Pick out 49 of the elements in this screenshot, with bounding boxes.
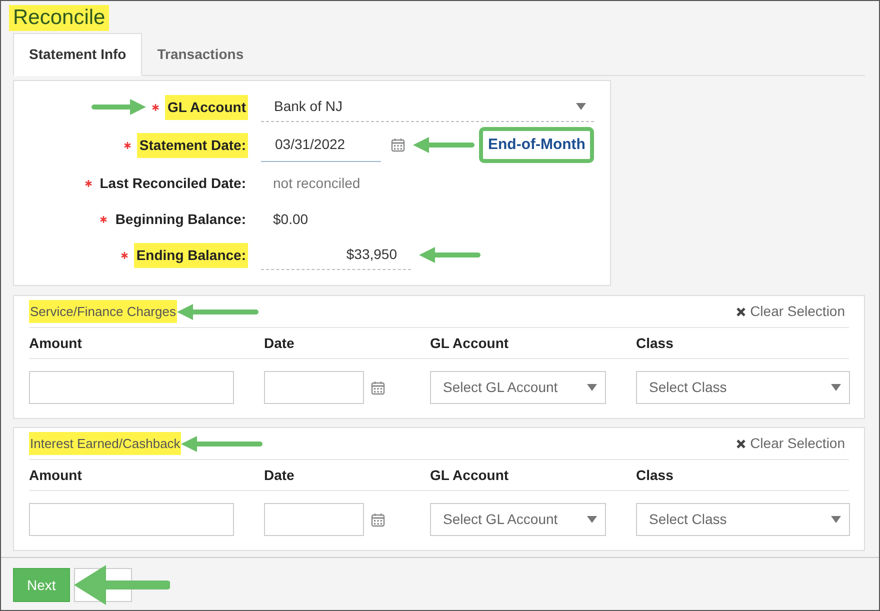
select-placeholder: Select Class [649, 378, 727, 397]
column-header: Class [636, 334, 674, 350]
field-label: Ending Balance: [134, 242, 248, 268]
date-input[interactable] [264, 371, 364, 404]
gl-account-select[interactable]: Select GL Account [430, 371, 606, 404]
field-label: GL Account [165, 94, 248, 120]
select-placeholder: Select GL Account [443, 510, 558, 529]
section-title: Service/Finance Charges [29, 300, 177, 324]
amount-field[interactable]: $33,950 [261, 240, 411, 270]
account-select[interactable]: Bank of NJ [261, 92, 594, 122]
caret-icon [587, 516, 597, 523]
tab[interactable]: Statement Info [13, 33, 142, 76]
caret-icon [831, 516, 841, 523]
date-field[interactable]: 03/31/2022 [261, 128, 381, 162]
gl-account-select[interactable]: Select GL Account [430, 503, 606, 536]
column-header: Date [264, 466, 294, 482]
column-header: Class [636, 466, 674, 482]
tab[interactable]: Transactions [142, 33, 259, 76]
amount-input[interactable] [29, 503, 234, 536]
column-header: Date [264, 334, 294, 350]
clear-selection-button[interactable]: Clear Selection [736, 433, 849, 454]
caret-icon [576, 103, 586, 110]
column-header: Amount [29, 334, 82, 350]
clear-selection-button[interactable]: Clear Selection [736, 301, 849, 322]
select-value: Bank of NJ [274, 97, 342, 116]
calendar-icon [371, 512, 385, 526]
column-header: GL Account [430, 466, 509, 482]
field-value: $0.00 [272, 210, 308, 228]
callout-label: End-of-Month [479, 126, 594, 164]
class-select[interactable]: Select Class [636, 503, 850, 536]
field-label: Beginning Balance: [114, 210, 247, 229]
calendar-icon [391, 138, 405, 152]
column-header: Amount [29, 466, 82, 482]
close-icon [736, 306, 746, 316]
column-header: GL Account [430, 334, 509, 350]
select-placeholder: Select GL Account [443, 378, 558, 397]
caret-icon [831, 384, 841, 391]
calendar-icon [371, 380, 385, 394]
caret-icon [587, 384, 597, 391]
class-select[interactable]: Select Class [636, 371, 850, 404]
select-placeholder: Select Class [649, 510, 727, 529]
close-icon [736, 438, 746, 448]
field-label: Statement Date: [137, 132, 248, 158]
date-input[interactable] [264, 503, 364, 536]
page-title: Reconcile [9, 5, 110, 31]
section-title: Interest Earned/Cashback [29, 432, 182, 456]
amount-input[interactable] [29, 371, 234, 404]
field-label: Last Reconciled Date: [98, 174, 247, 192]
field-value: not reconciled [272, 174, 360, 192]
